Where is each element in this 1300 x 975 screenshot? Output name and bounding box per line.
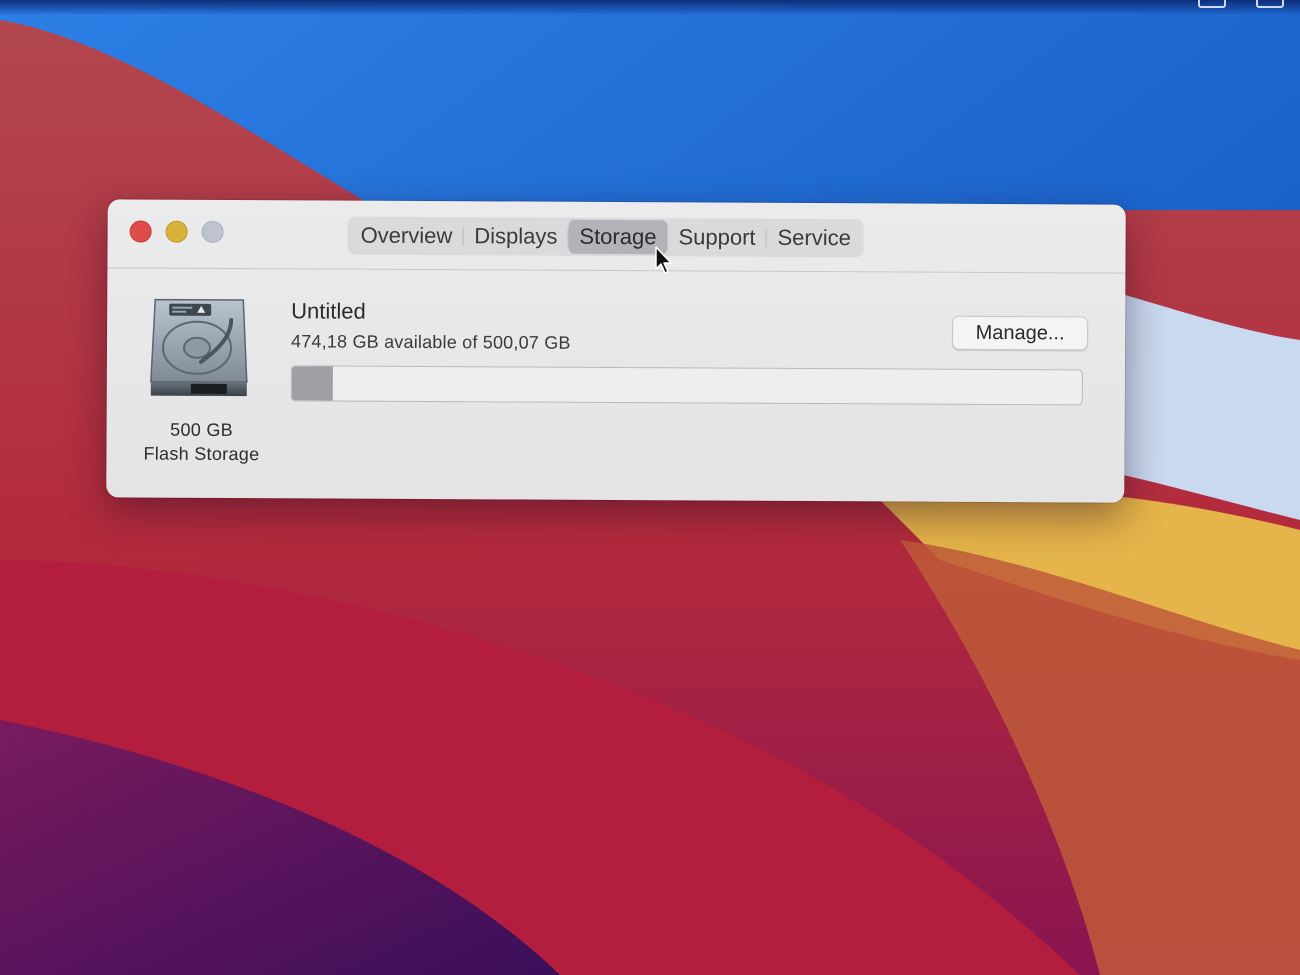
tab-service[interactable]: Service: [766, 221, 862, 255]
about-this-mac-window: Overview Displays Storage Support Servic…: [106, 199, 1126, 503]
tab-bar: Overview Displays Storage Support Servic…: [347, 216, 865, 258]
close-button[interactable]: [129, 220, 152, 243]
menu-extra-icon[interactable]: [1198, 0, 1226, 8]
title-bar: Overview Displays Storage Support Servic…: [107, 199, 1126, 274]
tab-support[interactable]: Support: [667, 220, 766, 255]
hard-drive-icon: [150, 298, 248, 397]
drive-capacity: 500 GB: [170, 419, 234, 440]
zoom-button[interactable]: [201, 220, 224, 243]
menu-bar: [0, 0, 1300, 14]
volume-name: Untitled: [291, 298, 366, 324]
tab-storage[interactable]: Storage: [568, 219, 668, 255]
volume-availability: 474,18 GB available of 500,07 GB: [290, 331, 571, 353]
drive-type: Flash Storage: [143, 443, 260, 465]
mouse-pointer-icon: [655, 246, 672, 274]
tab-displays[interactable]: Displays: [463, 219, 568, 254]
minimize-button[interactable]: [165, 220, 188, 243]
manage-button[interactable]: Manage...: [952, 315, 1089, 351]
storage-usage-bar: [290, 365, 1083, 406]
control-center-icon[interactable]: [1256, 0, 1284, 8]
drive-caption: 500 GB Flash Storage: [126, 417, 276, 466]
storage-used-segment: [291, 366, 333, 401]
tab-overview[interactable]: Overview: [350, 219, 464, 254]
